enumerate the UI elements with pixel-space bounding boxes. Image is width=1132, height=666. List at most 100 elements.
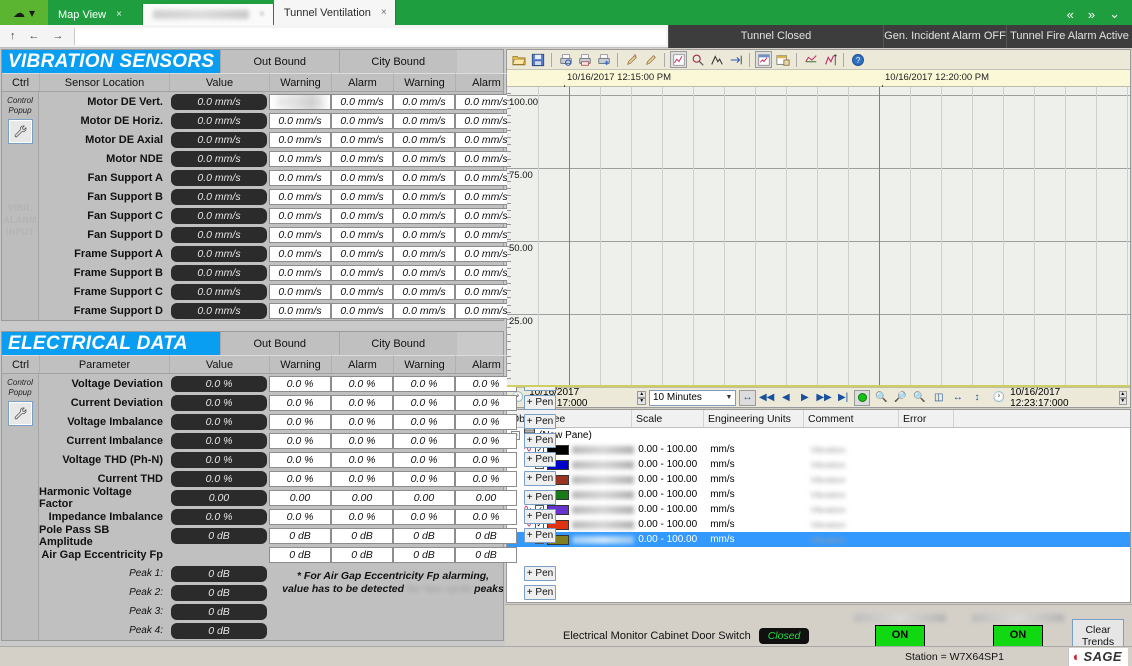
outbound-warning-limit[interactable]: 0.0 mm/s	[269, 303, 331, 319]
object-tree-row[interactable]: ∿✓0.00 - 100.00mm/sVibration	[507, 532, 1130, 547]
outbound-warning-limit[interactable]: 0.0 %	[269, 433, 331, 449]
outbound-warning-limit[interactable]: 0 dB	[269, 547, 331, 563]
outbound-alarm-limit[interactable]: 0 dB	[331, 528, 393, 544]
outbound-alarm-limit[interactable]: 0.0 %	[331, 452, 393, 468]
citybound-warning-limit[interactable]: 0.0 mm/s	[393, 94, 455, 110]
outbound-alarm-limit[interactable]: 0.0 mm/s	[331, 303, 393, 319]
electrical-control-popup-button[interactable]	[8, 401, 33, 426]
pane-icon[interactable]	[755, 51, 772, 68]
citybound-warning-limit[interactable]: 0.0 mm/s	[393, 170, 455, 186]
outbound-warning-limit[interactable]: 0.0 %	[269, 452, 331, 468]
outbound-alarm-limit[interactable]: 0.0 %	[331, 509, 393, 525]
outbound-alarm-limit[interactable]: 0.0 mm/s	[331, 227, 393, 243]
citybound-warning-limit[interactable]: 0.0 mm/s	[393, 208, 455, 224]
zoom-box-icon[interactable]: ◫	[931, 390, 947, 406]
trend-end-time[interactable]: 10/16/2017 12:23:17:000	[1010, 387, 1115, 409]
citybound-warning-limit[interactable]: 0.0 mm/s	[393, 132, 455, 148]
citybound-alarm-limit[interactable]: 0 dB	[455, 528, 517, 544]
outbound-warning-limit[interactable]: 0.00	[269, 490, 331, 506]
edit-pen-icon[interactable]	[642, 51, 659, 68]
citybound-warning-limit[interactable]: 0.0 %	[393, 433, 455, 449]
citybound-alarm-limit[interactable]: 0.0 %	[455, 433, 517, 449]
add-pen-button[interactable]: + Pen	[524, 509, 556, 524]
snap-icon[interactable]	[727, 51, 744, 68]
outbound-alarm-limit[interactable]: 0.0 mm/s	[331, 170, 393, 186]
print-preview-icon[interactable]	[557, 51, 574, 68]
nav-up-icon[interactable]: ↑	[10, 30, 16, 42]
app-menu-button[interactable]: ☁ ▾	[0, 0, 48, 25]
outbound-warning-limit[interactable]: 0.0 %	[269, 414, 331, 430]
tab-list-dropdown-icon[interactable]: ⌄	[1109, 6, 1120, 22]
col-comment[interactable]: Comment	[804, 410, 899, 427]
outbound-warning-limit[interactable]: 0.0 %	[269, 376, 331, 392]
open-folder-icon[interactable]	[510, 51, 527, 68]
outbound-alarm-limit[interactable]: 0.0 mm/s	[331, 265, 393, 281]
status-cell-0[interactable]: Tunnel Closed	[668, 25, 883, 48]
end-time-spinner[interactable]: ▲▼	[1119, 391, 1128, 405]
outbound-alarm-limit[interactable]: 0.0 %	[331, 471, 393, 487]
citybound-warning-limit[interactable]: 0.0 %	[393, 395, 455, 411]
outbound-warning-limit[interactable]: 0.0 mm/s	[269, 94, 331, 110]
outbound-alarm-limit[interactable]: 0.0 mm/s	[331, 151, 393, 167]
citybound-warning-limit[interactable]: 0 dB	[393, 547, 455, 563]
status-cell-2[interactable]: Tunnel Fire Alarm Active	[1006, 25, 1132, 48]
outbound-alarm-limit[interactable]: 0 dB	[331, 547, 393, 563]
close-icon[interactable]: ×	[116, 9, 122, 20]
trend-duration-select[interactable]: 10 Minutes ▼	[649, 390, 736, 406]
outbound-warning-limit[interactable]: 0.0 %	[269, 509, 331, 525]
object-tree-row[interactable]: ∿✓0.00 - 100.00mm/sVibration	[507, 517, 1130, 532]
object-tree-row[interactable]: ∿✓0.00 - 100.00mm/sVibration	[507, 472, 1130, 487]
citybound-alarm-limit[interactable]: 0.0 %	[455, 452, 517, 468]
annotate-icon[interactable]	[708, 51, 725, 68]
object-tree-row[interactable]: ∿✓0.00 - 100.00mm/sVibration	[507, 442, 1130, 457]
outbound-warning-limit[interactable]: 0.0 mm/s	[269, 284, 331, 300]
citybound-warning-limit[interactable]: 0.0 %	[393, 471, 455, 487]
nav-forward-icon[interactable]: →	[53, 30, 64, 42]
tab-prev-icon[interactable]: «	[1067, 7, 1074, 22]
outbound-alarm-limit[interactable]: 0.0 mm/s	[331, 208, 393, 224]
close-icon[interactable]: ×	[259, 9, 265, 20]
add-pen-button[interactable]: + Pen	[524, 528, 556, 543]
citybound-alarm-limit[interactable]: 0.0 %	[455, 395, 517, 411]
citybound-warning-limit[interactable]: 0.0 mm/s	[393, 303, 455, 319]
outbound-alarm-limit[interactable]: 0.0 mm/s	[331, 284, 393, 300]
citybound-warning-limit[interactable]: 0.0 mm/s	[393, 246, 455, 262]
add-pen-button[interactable]: + Pen	[524, 585, 556, 600]
status-cell-1[interactable]: Gen. Incident Alarm OFF	[883, 25, 1006, 48]
outbound-alarm-limit[interactable]: 0.0 %	[331, 395, 393, 411]
citybound-alarm-limit[interactable]: 0.00	[455, 490, 517, 506]
citybound-warning-limit[interactable]: 0.0 %	[393, 414, 455, 430]
zoom-out-icon[interactable]: 🔎	[892, 390, 908, 406]
address-input[interactable]	[74, 28, 667, 45]
add-pen-button[interactable]: + Pen	[524, 490, 556, 505]
live-mode-icon[interactable]	[854, 390, 870, 406]
citybound-alarm-limit[interactable]: 0.0 %	[455, 509, 517, 525]
object-tree-row[interactable]: ∿✓0.00 - 100.00mm/sVibration	[507, 457, 1130, 472]
add-pen-icon[interactable]	[623, 51, 640, 68]
trend-plot-area[interactable]: 0.0025.0050.0075.00100.00	[507, 87, 1130, 387]
vibration-control-popup-button[interactable]	[8, 119, 33, 144]
outbound-alarm-limit[interactable]: 0.0 %	[331, 433, 393, 449]
object-tree-row[interactable]: ∿✓0.00 - 100.00mm/sVibration	[507, 487, 1130, 502]
citybound-warning-limit[interactable]: 0.0 mm/s	[393, 113, 455, 129]
nav-back-icon[interactable]: ←	[29, 30, 40, 42]
citybound-alarm-limit[interactable]: 0.0 %	[455, 471, 517, 487]
first-page-icon[interactable]: ◀◀	[759, 390, 775, 406]
outbound-warning-limit[interactable]: 0.0 mm/s	[269, 170, 331, 186]
outbound-warning-limit[interactable]: 0.0 mm/s	[269, 151, 331, 167]
fit-view-icon[interactable]: ↔	[739, 390, 755, 406]
col-scale[interactable]: Scale	[632, 410, 704, 427]
last-page-icon[interactable]: ▶▶	[816, 390, 832, 406]
add-pen-button[interactable]: + Pen	[524, 414, 556, 429]
tab-next-icon[interactable]: »	[1088, 7, 1095, 22]
y-scale-icon[interactable]	[821, 51, 838, 68]
outbound-warning-limit[interactable]: 0.0 mm/s	[269, 132, 331, 148]
add-pen-button[interactable]: + Pen	[524, 433, 556, 448]
citybound-warning-limit[interactable]: 0.00	[393, 490, 455, 506]
citybound-alarm-limit[interactable]: 0 dB	[455, 547, 517, 563]
x-autoscale-icon[interactable]: ↔	[950, 390, 966, 406]
outbound-alarm-limit[interactable]: 0.0 mm/s	[331, 189, 393, 205]
browser-tab-1[interactable]: ×	[143, 4, 274, 25]
citybound-warning-limit[interactable]: 0 dB	[393, 528, 455, 544]
citybound-warning-limit[interactable]: 0.0 %	[393, 452, 455, 468]
